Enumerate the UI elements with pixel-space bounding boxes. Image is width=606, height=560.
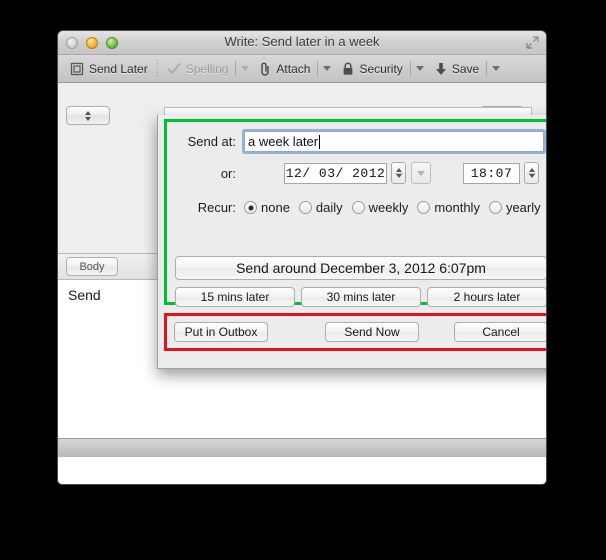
toolbar-divider [317,61,318,76]
toolbar-save-caret-icon[interactable] [492,66,500,71]
delay-15-mins-button[interactable]: 15 mins later [175,287,295,307]
radio-icon [244,201,257,214]
send-later-icon [70,62,84,76]
toolbar-divider [410,61,411,76]
cancel-label: Cancel [482,325,519,339]
send-at-label: Send at: [174,134,236,149]
toolbar-save[interactable]: Save [430,58,484,80]
delay-30-mins-button[interactable]: 30 mins later [301,287,421,307]
send-at-input[interactable]: a week later [244,131,544,152]
toolbar-security[interactable]: Security [337,58,407,80]
resize-arrows-icon[interactable] [526,36,539,49]
window-title: Write: Send later in a week [58,34,546,49]
toolbar-security-caret-icon[interactable] [416,66,424,71]
paragraph-style-button[interactable]: Body [66,257,118,276]
main-toolbar: Send Later Spelling Attach [58,55,546,83]
chevron-down-icon [417,171,425,176]
recur-label: Recur: [174,200,236,215]
send-around-label: Send around December 3, 2012 6:07pm [236,260,486,276]
toolbar-spelling-label: Spelling [186,62,229,76]
recipient-type-popup[interactable] [66,106,110,125]
or-label: or: [174,166,236,181]
radio-icon [352,201,365,214]
time-stepper[interactable] [524,162,539,184]
toolbar-spelling[interactable]: Spelling [162,58,234,80]
recur-option-yearly[interactable]: yearly [489,200,541,215]
or-row: or: 12/ 03/ 2012 18:07 [174,162,547,184]
recur-option-weekly[interactable]: weekly [352,200,409,215]
recur-option-daily[interactable]: daily [299,200,343,215]
toolbar-divider [235,61,236,76]
radio-icon [489,201,502,214]
radio-icon [299,201,312,214]
recur-option-monthly[interactable]: monthly [417,200,480,215]
send-later-dialog: Send at: a week later or: 12/ 03/ 2012 [157,115,547,369]
send-at-value: a week later [248,134,318,149]
cancel-button[interactable]: Cancel [454,322,547,342]
recur-option-none-label: none [261,200,290,215]
recur-option-weekly-label: weekly [369,200,409,215]
recur-option-yearly-label: yearly [506,200,541,215]
calendar-dropdown-button[interactable] [411,162,431,184]
stepper-icon [85,111,91,121]
paperclip-icon [260,62,271,76]
delay-15-mins-label: 15 mins later [201,290,270,304]
recur-option-none[interactable]: none [244,200,290,215]
put-in-outbox-label: Put in Outbox [185,325,258,339]
toolbar-attach-label: Attach [276,62,310,76]
delay-2-hours-label: 2 hours later [454,290,521,304]
down-arrow-icon [435,62,447,76]
checkmark-icon [167,62,181,75]
window-statusbar [58,438,546,457]
time-input[interactable]: 18:07 [463,163,520,184]
toolbar-send-later[interactable]: Send Later [65,58,153,80]
toolbar-attach-caret-icon[interactable] [323,66,331,71]
send-now-label: Send Now [344,325,399,339]
text-cursor [319,135,320,149]
recur-row: Recur: none daily weekly [174,200,547,215]
toolbar-separator [157,60,158,77]
delay-2-hours-button[interactable]: 2 hours later [427,287,547,307]
paragraph-style-label: Body [79,261,104,273]
date-value: 12/ 03/ 2012 [286,166,386,181]
date-input[interactable]: 12/ 03/ 2012 [284,163,387,184]
radio-icon [417,201,430,214]
toolbar-spelling-caret-icon[interactable] [241,66,249,71]
screen: Write: Send later in a week Send La [0,0,606,560]
send-now-button[interactable]: Send Now [325,322,419,342]
toolbar-send-later-label: Send Later [89,62,148,76]
toolbar-save-label: Save [452,62,479,76]
put-in-outbox-button[interactable]: Put in Outbox [174,322,268,342]
recur-option-daily-label: daily [316,200,343,215]
recur-radio-group: none daily weekly monthly [244,200,541,215]
send-around-button[interactable]: Send around December 3, 2012 6:07pm [175,256,547,280]
lock-icon [342,62,354,76]
window-titlebar[interactable]: Write: Send later in a week [58,31,546,55]
compose-window: Write: Send later in a week Send La [57,30,547,485]
send-at-row: Send at: a week later [174,131,547,152]
date-stepper[interactable] [391,162,406,184]
toolbar-divider [486,61,487,76]
time-value: 18:07 [471,166,513,181]
toolbar-attach[interactable]: Attach [255,58,315,80]
delay-30-mins-label: 30 mins later [327,290,396,304]
message-body-text: Send [68,287,101,303]
toolbar-security-label: Security [359,62,402,76]
recur-option-monthly-label: monthly [434,200,480,215]
